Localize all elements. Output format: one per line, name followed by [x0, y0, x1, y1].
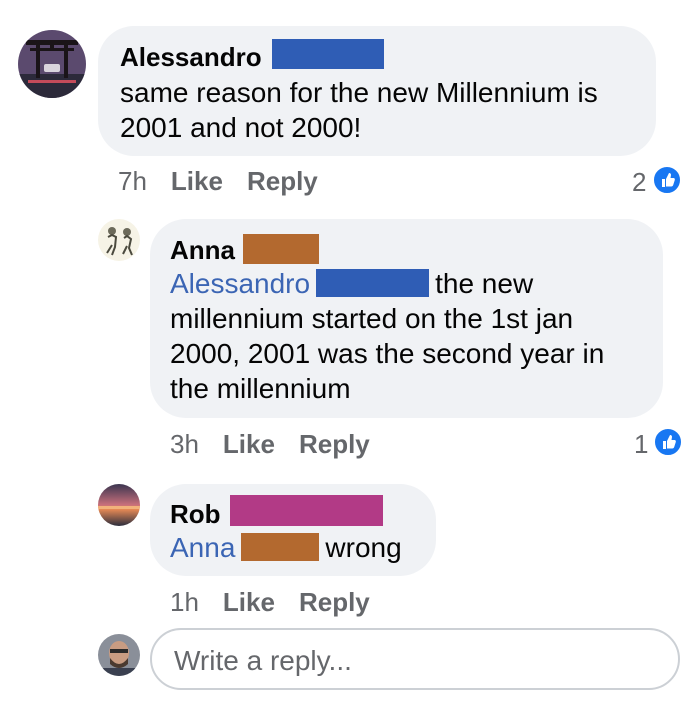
- comment-author-name[interactable]: Alessandro: [120, 42, 262, 73]
- comment-text: Anna wrong: [170, 530, 430, 565]
- like-reaction-icon: [653, 427, 683, 457]
- avatar-rob[interactable]: [98, 484, 140, 526]
- comment-author-name[interactable]: Anna: [170, 235, 235, 266]
- redacted-mention-surname: [316, 269, 430, 297]
- like-reaction-icon: [652, 165, 682, 195]
- mention-link[interactable]: Anna: [170, 532, 235, 563]
- comment-body: wrong: [325, 532, 402, 563]
- reply-input-container[interactable]: [150, 628, 680, 690]
- current-user-avatar: [98, 634, 140, 676]
- reaction-count[interactable]: 1: [634, 429, 648, 460]
- reply-input[interactable]: [172, 642, 656, 680]
- comment-timestamp[interactable]: 7h: [118, 166, 147, 196]
- sunset-avatar-image: [98, 484, 140, 526]
- reply-button[interactable]: Reply: [247, 166, 318, 196]
- like-button[interactable]: Like: [223, 429, 275, 459]
- reply-button[interactable]: Reply: [299, 429, 370, 459]
- comment-text: same reason for the new Millennium is 20…: [120, 77, 598, 143]
- avatar-alessandro[interactable]: [18, 30, 86, 98]
- like-button[interactable]: Like: [223, 587, 275, 617]
- user-photo-avatar-image: [98, 634, 140, 676]
- comment-timestamp[interactable]: 3h: [170, 429, 199, 459]
- comment-actions: 3h Like Reply: [170, 429, 370, 460]
- reply-button[interactable]: Reply: [299, 587, 370, 617]
- redacted-surname: [243, 234, 319, 264]
- mention-link[interactable]: Alessandro: [170, 268, 310, 299]
- comment-timestamp[interactable]: 1h: [170, 587, 199, 617]
- redacted-surname: [272, 39, 384, 69]
- comment-text: Alessandro the new millennium started on …: [170, 266, 650, 406]
- redacted-surname: [230, 495, 383, 526]
- comment-actions: 1h Like Reply: [170, 587, 370, 618]
- comment-actions: 7h Like Reply: [118, 166, 318, 197]
- sketch-avatar-image: [98, 219, 140, 261]
- torii-gate-avatar-image: [18, 30, 86, 98]
- reaction-count[interactable]: 2: [632, 167, 646, 198]
- comment-author-name[interactable]: Rob: [170, 499, 221, 530]
- avatar-anna[interactable]: [98, 219, 140, 261]
- like-button[interactable]: Like: [171, 166, 223, 196]
- redacted-mention-surname: [241, 533, 320, 561]
